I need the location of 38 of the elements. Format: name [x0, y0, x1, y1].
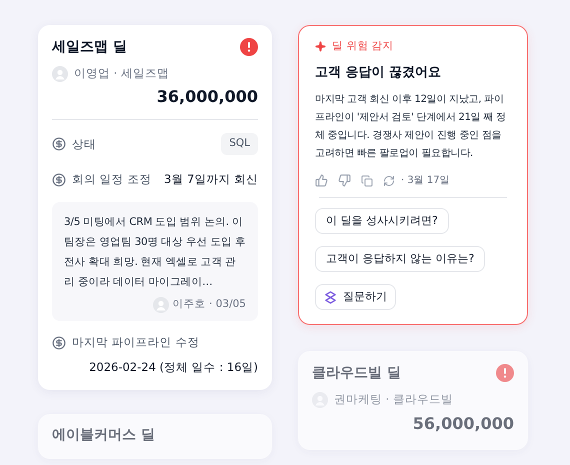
suggestion-chip[interactable]: 이 딜을 성사시키려면? [315, 208, 449, 234]
insight-title: 고객 응답이 끊겼어요 [315, 64, 442, 82]
thumbs-up-icon[interactable] [315, 174, 328, 188]
insight-date: · 3월 17일 [401, 174, 450, 188]
deal-amount: 56,000,000 [412, 412, 514, 434]
alert-icon [496, 364, 514, 382]
insight-body: 마지막 고객 회신 이후 12일이 지났고, 파이프라인이 '제안서 검토' 단계에서 21일 째 정체 중입니다. 경쟁사 제안이 진행 중인 점을 고려하면 빠른 팔로업이 필요합니다. [315, 93, 507, 162]
owner-company: 권마케팅 · 클라우드빌 [334, 391, 453, 408]
deal-title: 에이블커머스 딜 [52, 426, 155, 446]
owner-company: 이영업 · 세일즈맵 [74, 65, 169, 82]
dollar-icon [52, 172, 66, 187]
deal-title: 클라우드빌 딜 [312, 364, 401, 383]
ask-button[interactable]: 질문하기 [315, 284, 396, 310]
thumbs-down-icon[interactable] [338, 174, 351, 188]
field-label: 마지막 파이프라인 수정 [72, 334, 200, 352]
ai-logo-icon [324, 290, 337, 304]
avatar-icon [152, 297, 169, 314]
field-label: 상태 [72, 136, 96, 152]
deal-card[interactable]: 에이블커머스 딜 [38, 414, 272, 459]
sparkle-icon [315, 41, 326, 52]
copy-icon[interactable] [361, 174, 373, 187]
field-label: 회의 일정 조정 [72, 171, 152, 188]
refresh-icon[interactable] [383, 174, 395, 187]
deal-card[interactable]: 세일즈맵 딜 이영업 · 세일즈맵 36,000,000 상태 SQL 회의 일정 조정 3월 7일까지 회신 3/5 미팅에서 CRM 도입 범위 논의. 이 팀장은 영업팀 30명 대상 우선 도입 후 전사 확대 희망. 현재 엑셀로 고객 관리 중이라 데이터 마이그레이… 이주호 · 03/05 마지막 파이프라인 수정 2026-02-24 (정체 일수 : 16일) [38, 25, 272, 390]
deal-card[interactable]: 클라우드빌 딜 권마케팅 · 클라우드빌 56,000,000 [298, 351, 528, 450]
note-author-date: 이주호 · 03/05 [172, 297, 246, 312]
note-text: 3/5 미팅에서 CRM 도입 범위 논의. 이 팀장은 영업팀 30명 대상 우선 도입 후 전사 확대 희망. 현재 엑셀로 고객 관리 중이라 데이터 마이그레이… [64, 215, 246, 290]
avatar-icon [52, 66, 68, 82]
deal-title: 세일즈맵 딜 [52, 38, 127, 56]
field-value: 3월 7일까지 회신 [164, 171, 258, 188]
deal-amount: 36,000,000 [156, 86, 258, 108]
dollar-icon [52, 137, 66, 152]
alert-icon [240, 38, 258, 56]
status-badge: SQL [221, 133, 258, 155]
dollar-icon [52, 336, 66, 350]
field-value: 2026-02-24 (정체 일수 : 16일) [89, 358, 258, 376]
suggestion-chip[interactable]: 고객이 응답하지 않는 이유는? [315, 246, 486, 272]
insight-tag: 딜 위험 감지 [332, 39, 394, 55]
